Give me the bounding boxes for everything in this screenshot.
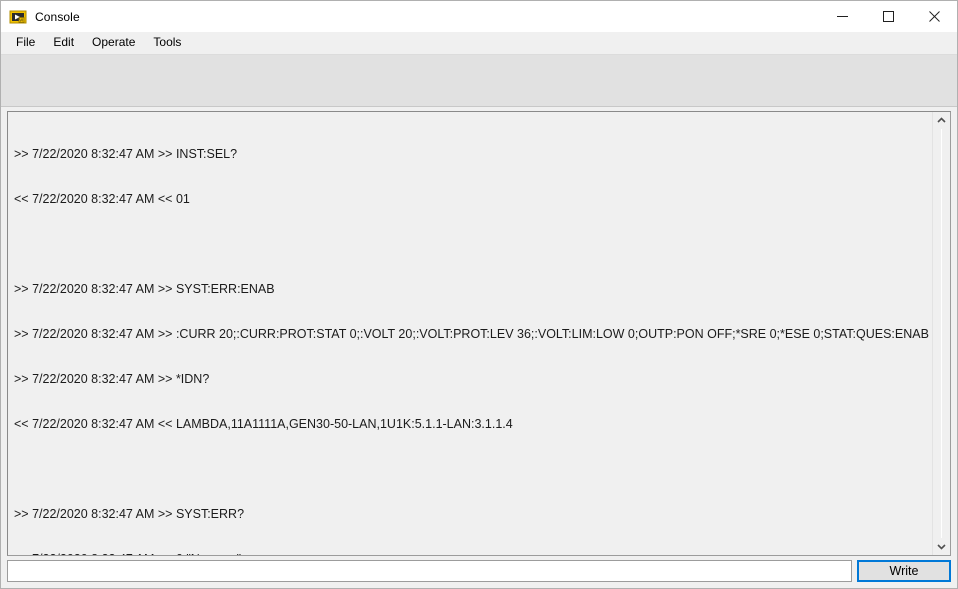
log-line-blank: [14, 462, 928, 477]
scroll-up-button[interactable]: [933, 112, 950, 129]
console-window: VI Console File Edit Operate Tools >> 7/…: [0, 0, 958, 589]
menu-bar: File Edit Operate Tools: [1, 32, 957, 55]
menu-item-edit[interactable]: Edit: [44, 33, 83, 53]
close-icon: [928, 11, 940, 22]
log-text[interactable]: >> 7/22/2020 8:32:47 AM >> INST:SEL? << …: [8, 112, 932, 555]
write-button[interactable]: Write: [857, 560, 951, 582]
log-line: << 7/22/2020 8:32:47 AM << 01: [14, 192, 190, 206]
log-line: >> 7/22/2020 8:32:47 AM >> :CURR 20;:CUR…: [14, 327, 929, 341]
maximize-button[interactable]: [865, 1, 911, 32]
menu-item-tools[interactable]: Tools: [144, 33, 190, 53]
log-line-blank: [14, 237, 928, 252]
menu-item-file[interactable]: File: [7, 33, 44, 53]
close-button[interactable]: [911, 1, 957, 32]
title-bar: VI Console: [1, 1, 957, 32]
log-line: << 7/22/2020 8:32:47 AM << 0,"No error": [14, 552, 928, 555]
svg-text:VI: VI: [19, 17, 23, 22]
log-line: << 7/22/2020 8:32:47 AM << LAMBDA,11A111…: [14, 417, 513, 431]
communication-log: >> 7/22/2020 8:32:47 AM >> INST:SEL? << …: [7, 111, 951, 556]
menu-item-operate[interactable]: Operate: [83, 33, 144, 53]
instrument-panel: Instrument myGenSim Refresh: [1, 55, 957, 151]
window-title: Console: [35, 9, 80, 24]
log-scrollbar[interactable]: [932, 112, 950, 555]
scrollbar-track[interactable]: [941, 129, 942, 538]
minimize-icon: [836, 16, 848, 17]
maximize-icon: [882, 11, 894, 22]
command-bar: Write: [1, 556, 957, 588]
chevron-up-icon: [937, 117, 946, 123]
write-button-label: Write: [889, 564, 919, 578]
log-line: >> 7/22/2020 8:32:47 AM >> SYST:ERR?: [14, 507, 245, 521]
scroll-down-button[interactable]: [933, 538, 950, 555]
log-line: >> 7/22/2020 8:32:47 AM >> SYST:ERR:ENAB: [14, 282, 275, 296]
log-line: >> 7/22/2020 8:32:47 AM >> *IDN?: [14, 372, 210, 386]
log-line: >> 7/22/2020 8:32:47 AM >> INST:SEL?: [14, 147, 238, 161]
window-controls: [819, 1, 957, 32]
minimize-button[interactable]: [819, 1, 865, 32]
command-input[interactable]: [7, 560, 852, 582]
labview-vi-icon: VI: [9, 8, 27, 26]
chevron-down-icon: [937, 544, 946, 550]
